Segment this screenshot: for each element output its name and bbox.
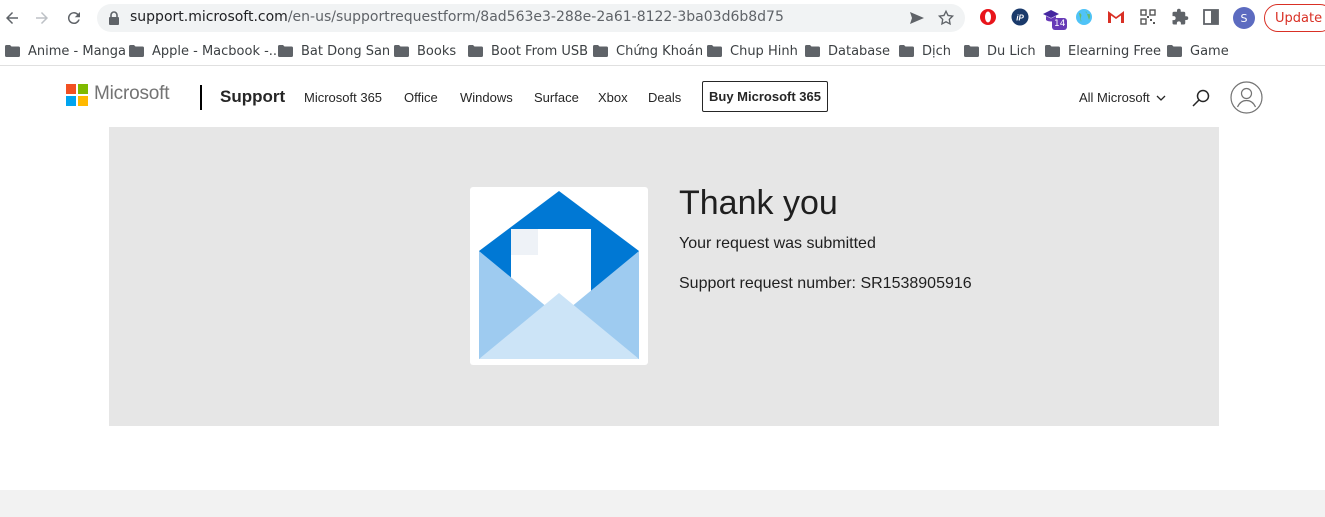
- bookmark-label: Database: [828, 43, 891, 59]
- folder-icon: [593, 45, 608, 57]
- bookmark-folder[interactable]: Dịch: [899, 41, 951, 61]
- envelope-card: [470, 187, 648, 365]
- sidepanel-icon[interactable]: [1202, 8, 1220, 26]
- chevron-down-icon[interactable]: [1156, 94, 1166, 102]
- back-icon[interactable]: [1, 7, 23, 29]
- buy-microsoft-365-button[interactable]: Buy Microsoft 365: [702, 81, 828, 112]
- bookmark-label: Chứng Khoán: [616, 43, 704, 59]
- send-icon[interactable]: [909, 10, 925, 26]
- bookmark-folder[interactable]: Chứng Khoán: [593, 41, 703, 61]
- update-button[interactable]: Update: [1264, 4, 1325, 32]
- support-home-link[interactable]: Support: [220, 87, 285, 107]
- bookmark-folder[interactable]: Game: [1167, 41, 1229, 61]
- request-number-value: SR1538905916: [860, 275, 972, 292]
- support-request-number: Support request number: SR1538905916: [679, 275, 972, 293]
- bookmark-folder[interactable]: Elearning Free: [1045, 41, 1161, 61]
- bookmark-label: Game: [1190, 43, 1229, 59]
- bookmark-folder[interactable]: Bat Dong San: [278, 41, 390, 61]
- graduation-icon[interactable]: 14: [1042, 8, 1068, 30]
- bookmarks-bar: Anime - Manga Apple - Macbook -... Bat D…: [0, 36, 1325, 66]
- folder-icon: [805, 45, 820, 57]
- bookmark-label: Elearning Free: [1068, 43, 1161, 59]
- site-header: Microsoft Support Microsoft 365 Office W…: [0, 67, 1325, 127]
- folder-icon: [468, 45, 483, 57]
- all-microsoft-menu[interactable]: All Microsoft: [1079, 90, 1150, 105]
- folder-icon: [899, 45, 914, 57]
- thank-you-heading: Thank you: [679, 184, 838, 222]
- nav-deals[interactable]: Deals: [648, 90, 681, 105]
- lock-icon[interactable]: [107, 10, 121, 26]
- bookmark-label: Books: [417, 43, 457, 59]
- bookmark-label: Du Lich: [987, 43, 1036, 59]
- microsoft-wordmark[interactable]: Microsoft: [94, 83, 169, 105]
- submission-status-text: Your request was submitted: [679, 235, 876, 252]
- puzzle-icon[interactable]: [1171, 8, 1189, 26]
- bookmark-folder[interactable]: Database: [805, 41, 890, 61]
- gmail-icon[interactable]: [1107, 8, 1125, 26]
- bookmark-label: Bat Dong San: [301, 43, 391, 59]
- globe-icon[interactable]: [1075, 8, 1093, 26]
- bookmark-label: Anime - Manga: [28, 43, 127, 59]
- bookmark-label: Boot From USB: [491, 43, 589, 59]
- browser-toolbar: support.microsoft.com/en-us/supportreque…: [0, 0, 1325, 36]
- address-bar[interactable]: support.microsoft.com/en-us/supportreque…: [97, 4, 965, 32]
- bookmark-folder[interactable]: Anime - Manga: [5, 41, 126, 61]
- bookmark-label: Dịch: [922, 43, 952, 59]
- folder-icon: [394, 45, 409, 57]
- bookmark-label: Apple - Macbook -...: [152, 43, 282, 59]
- microsoft-logo-icon[interactable]: [66, 84, 88, 106]
- folder-icon: [964, 45, 979, 57]
- svg-text:iP: iP: [1016, 14, 1024, 23]
- nav-windows[interactable]: Windows: [460, 90, 513, 105]
- confirmation-panel: Thank you Your request was submitted Sup…: [109, 127, 1219, 426]
- folder-icon: [129, 45, 144, 57]
- qr-icon[interactable]: [1139, 8, 1157, 26]
- opera-icon[interactable]: [979, 8, 997, 26]
- bookmark-folder[interactable]: Du Lich: [964, 41, 1036, 61]
- bookmark-folder[interactable]: Boot From USB: [468, 41, 588, 61]
- bookmark-label: Chup Hinh: [730, 43, 798, 59]
- bookmark-folder[interactable]: Apple - Macbook -...: [129, 41, 281, 61]
- nav-microsoft-365[interactable]: Microsoft 365: [304, 90, 382, 105]
- profile-avatar[interactable]: S: [1233, 7, 1255, 29]
- folder-icon: [1045, 45, 1060, 57]
- nav-surface[interactable]: Surface: [534, 90, 579, 105]
- extension-badge: 14: [1052, 18, 1068, 30]
- folder-icon: [5, 45, 20, 57]
- envelope-icon: [479, 191, 639, 359]
- folder-icon: [707, 45, 722, 57]
- folder-icon: [1167, 45, 1182, 57]
- footer-band: [0, 490, 1325, 517]
- url-text[interactable]: support.microsoft.com/en-us/supportreque…: [130, 9, 784, 25]
- ip-icon[interactable]: iP: [1011, 8, 1029, 26]
- account-icon[interactable]: [1230, 81, 1263, 114]
- bookmark-folder[interactable]: Books: [394, 41, 456, 61]
- nav-office[interactable]: Office: [404, 90, 438, 105]
- request-number-label: Support request number:: [679, 275, 856, 292]
- folder-icon: [278, 45, 293, 57]
- search-icon[interactable]: [1191, 88, 1211, 108]
- bookmark-folder[interactable]: Chup Hinh: [707, 41, 798, 61]
- reload-icon[interactable]: [63, 7, 85, 29]
- nav-xbox[interactable]: Xbox: [598, 90, 628, 105]
- header-divider: [200, 85, 202, 110]
- forward-icon[interactable]: [31, 7, 53, 29]
- star-icon[interactable]: [937, 9, 955, 27]
